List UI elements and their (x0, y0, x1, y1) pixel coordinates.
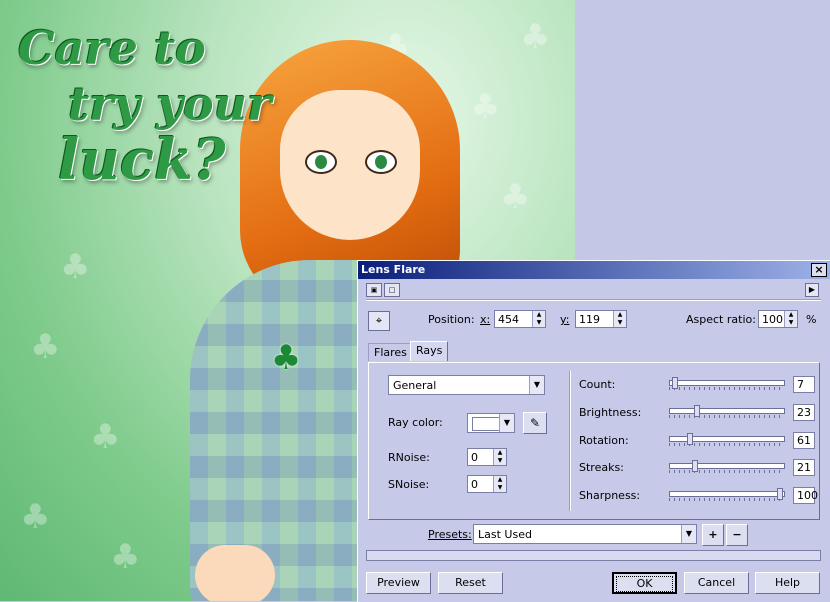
chevron-down-icon[interactable]: ▼ (499, 414, 514, 432)
headline-line: try your (68, 77, 272, 131)
percent-unit: % (806, 313, 817, 326)
x-position-input[interactable]: 454 ▲ ▼ (494, 310, 546, 328)
position-label: Position: (428, 313, 475, 326)
y-position-input[interactable]: 119 ▲ ▼ (575, 310, 627, 328)
spin-arrows-icon[interactable]: ▲ ▼ (784, 311, 797, 327)
ok-label: OK (616, 576, 673, 592)
slider-track[interactable] (669, 460, 785, 474)
lens-flare-dialog: Lens Flare × ▣ □ ▶ ⌖ Position: x: 454 ▲ ▼… (357, 260, 830, 602)
rnoise-value: 0 (471, 451, 478, 464)
ray-color-picker[interactable]: ▼ (467, 413, 515, 433)
single-preview-icon[interactable]: □ (384, 283, 400, 297)
slider-thumb[interactable] (687, 433, 693, 445)
cancel-button[interactable]: Cancel (684, 572, 749, 594)
tab-flares[interactable]: Flares (368, 343, 413, 361)
slider-label: Brightness: (579, 406, 642, 419)
ok-button[interactable]: OK (612, 572, 677, 594)
snoise-value: 0 (471, 478, 478, 491)
help-button[interactable]: Help (755, 572, 820, 594)
slider-label: Sharpness: (579, 489, 641, 502)
toolbar-divider (366, 299, 821, 301)
rnoise-label: RNoise: (388, 451, 430, 464)
spin-arrows-icon[interactable]: ▲ ▼ (493, 476, 506, 492)
presets-value: Last Used (478, 528, 532, 541)
slider-track[interactable] (669, 377, 785, 391)
headline-text: Care to try your luck? (18, 20, 271, 188)
slider-thumb[interactable] (777, 488, 783, 500)
ray-type-select[interactable]: General ▼ (388, 375, 545, 395)
y-label: y: (560, 313, 570, 326)
chevron-down-icon[interactable]: ▼ (529, 376, 544, 394)
chevron-down-icon[interactable]: ▼ (681, 525, 696, 543)
ray-color-swatch (472, 417, 502, 431)
position-picker-icon[interactable]: ⌖ (368, 311, 390, 331)
headline-line: luck? (58, 127, 226, 193)
spin-arrows-icon[interactable]: ▲ ▼ (493, 449, 506, 465)
slider-thumb[interactable] (672, 377, 678, 389)
slider-label: Rotation: (579, 434, 629, 447)
clover-pendant-icon: ♣ (270, 338, 302, 378)
slider-value-input[interactable]: 23 (793, 404, 815, 421)
x-position-value: 454 (498, 313, 519, 326)
slider-value-input[interactable]: 61 (793, 432, 815, 449)
slider-track[interactable] (669, 433, 785, 447)
presets-select[interactable]: Last Used ▼ (473, 524, 697, 544)
aspect-ratio-label: Aspect ratio: (686, 313, 756, 326)
dialog-titlebar[interactable]: Lens Flare × (358, 261, 830, 279)
y-position-value: 119 (579, 313, 600, 326)
delete-preset-button[interactable]: − (726, 524, 748, 546)
snoise-input[interactable]: 0 ▲ ▼ (467, 475, 507, 493)
aspect-ratio-value: 100 (762, 313, 783, 326)
aspect-ratio-input[interactable]: 100 ▲ ▼ (758, 310, 798, 328)
spin-arrows-icon[interactable]: ▲ ▼ (532, 311, 545, 327)
presets-label: Presets: (428, 528, 472, 541)
slider-value-input[interactable]: 100 (793, 487, 818, 504)
spin-arrows-icon[interactable]: ▲ ▼ (613, 311, 626, 327)
panel-divider (569, 371, 571, 511)
expand-arrow-icon[interactable]: ▶ (805, 283, 819, 297)
dialog-title: Lens Flare (361, 263, 426, 276)
x-label: x: (480, 313, 491, 326)
rays-panel: General ▼ Ray color: ▼ ✎ RNoise: 0 ▲ ▼ SN… (368, 362, 820, 520)
tab-rays[interactable]: Rays (410, 341, 449, 361)
ray-color-label: Ray color: (388, 416, 443, 429)
eyedropper-icon[interactable]: ✎ (523, 412, 547, 434)
rnoise-input[interactable]: 0 ▲ ▼ (467, 448, 507, 466)
slider-track[interactable] (669, 488, 785, 502)
preview-button[interactable]: Preview (366, 572, 431, 594)
progress-bar (366, 550, 821, 561)
snoise-label: SNoise: (388, 478, 430, 491)
close-button[interactable]: × (811, 263, 827, 277)
split-preview-icon[interactable]: ▣ (366, 283, 382, 297)
slider-thumb[interactable] (694, 405, 700, 417)
reset-button[interactable]: Reset (438, 572, 503, 594)
ray-type-value: General (393, 379, 437, 392)
slider-label: Count: (579, 378, 616, 391)
add-preset-button[interactable]: + (702, 524, 724, 546)
slider-thumb[interactable] (692, 460, 698, 472)
slider-track[interactable] (669, 405, 785, 419)
headline-line: Care to (18, 21, 206, 75)
slider-value-input[interactable]: 7 (793, 376, 815, 393)
slider-value-input[interactable]: 21 (793, 459, 815, 476)
slider-label: Streaks: (579, 461, 624, 474)
